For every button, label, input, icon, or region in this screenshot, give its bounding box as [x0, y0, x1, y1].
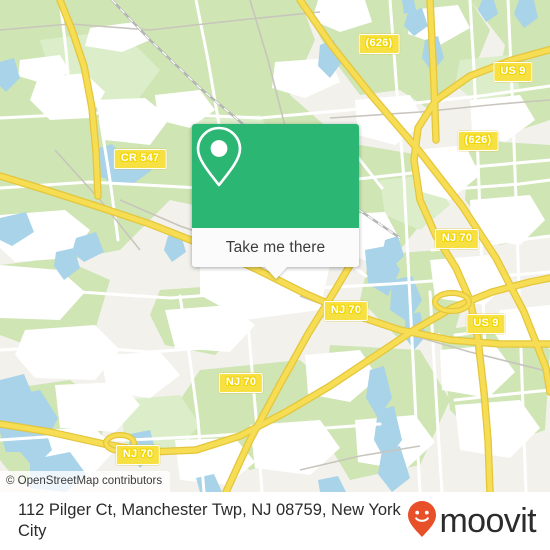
moovit-pin-smile-icon — [407, 500, 437, 543]
callout-marker-area — [192, 124, 359, 228]
destination-callout-card[interactable]: Take me there — [192, 124, 359, 279]
road-shield-us9-south[interactable]: US 9 — [466, 314, 506, 334]
footer-bar: 112 Pilger Ct, Manchester Twp, NJ 08759,… — [0, 492, 550, 550]
road-shield-626-east[interactable]: (626) — [457, 131, 499, 151]
road-shield-nj70-west[interactable]: NJ 70 — [115, 445, 161, 465]
take-me-there-label: Take me there — [225, 238, 326, 256]
road-shield-nj70-south[interactable]: NJ 70 — [218, 373, 264, 393]
address-label: 112 Pilger Ct, Manchester Twp, NJ 08759,… — [18, 501, 401, 540]
map-canvas[interactable]: (626) US 9 (626) CR 547 NJ 70 NJ 70 US 9… — [0, 0, 550, 492]
moovit-map-page: (626) US 9 (626) CR 547 NJ 70 NJ 70 US 9… — [0, 0, 550, 550]
road-shield-nj70-mid[interactable]: NJ 70 — [323, 301, 369, 321]
road-shield-us9-north[interactable]: US 9 — [493, 62, 533, 82]
callout-action-area[interactable]: Take me there — [192, 228, 359, 279]
road-shield-626-north[interactable]: (626) — [358, 34, 400, 54]
moovit-wordmark: moovit — [439, 502, 536, 540]
map-attribution[interactable]: © OpenStreetMap contributors — [0, 471, 171, 492]
road-shield-cr547[interactable]: CR 547 — [113, 149, 167, 169]
callout-pointer-tail — [264, 267, 287, 279]
moovit-logo[interactable]: moovit — [407, 500, 537, 543]
road-shield-nj70-east[interactable]: NJ 70 — [434, 229, 480, 249]
